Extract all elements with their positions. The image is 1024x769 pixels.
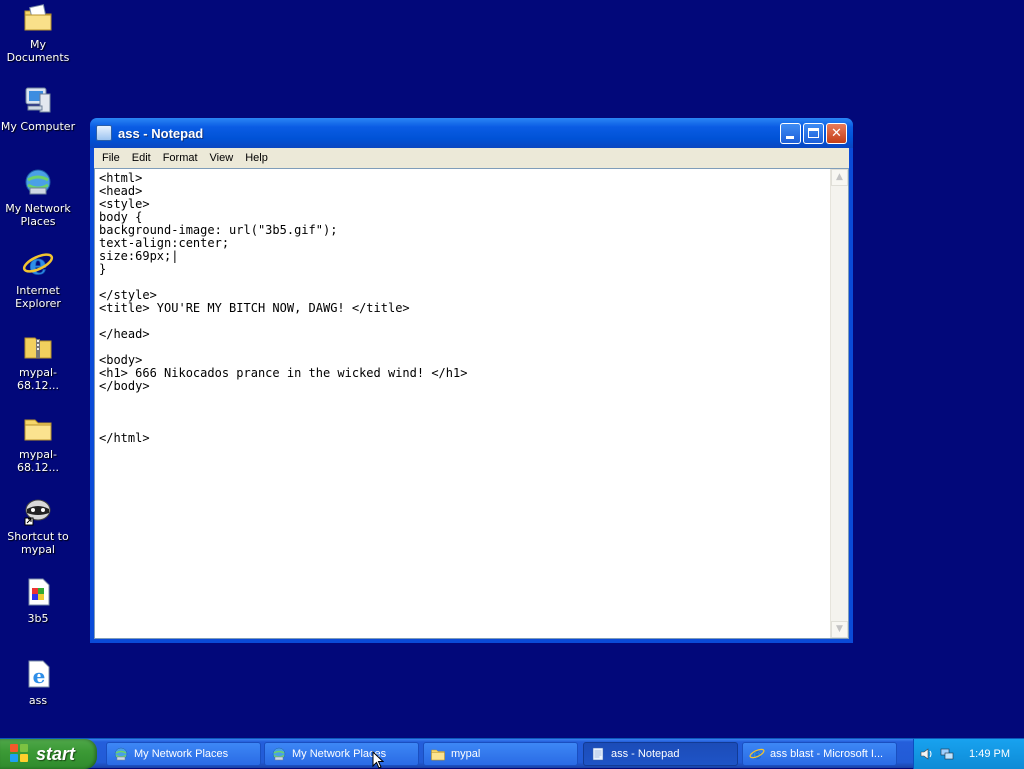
gif-image-icon xyxy=(22,576,54,608)
taskbar-button[interactable]: mypal xyxy=(423,742,578,766)
taskbar-button-label: My Network Places xyxy=(134,748,229,760)
desktop-shortcut-label: 3b5 xyxy=(27,612,49,625)
svg-text:e: e xyxy=(33,664,46,688)
internet-explorer-icon: e xyxy=(22,248,54,281)
taskbar-button-label: mypal xyxy=(451,748,481,760)
taskbar-button[interactable]: e ass blast - Microsoft I... xyxy=(742,742,897,766)
desktop-icons: My Documents My Computer My Network Places… xyxy=(0,0,78,738)
desktop-shortcut[interactable]: e Internet Explorer xyxy=(0,248,76,310)
internet-explorer-icon: e xyxy=(749,746,765,763)
taskbar-button-label: ass - Notepad xyxy=(611,748,680,760)
notepad-icon xyxy=(96,125,112,141)
my-documents-icon xyxy=(22,2,54,34)
scroll-up-icon[interactable]: ▲ xyxy=(831,169,848,186)
folder-icon xyxy=(430,746,446,762)
menu-file[interactable]: File xyxy=(96,148,126,168)
maximize-icon xyxy=(808,127,819,138)
window-title: ass - Notepad xyxy=(118,125,204,141)
desktop-shortcut-label: My Documents xyxy=(6,38,70,64)
start-label: start xyxy=(36,743,76,764)
html-document-icon: e xyxy=(22,658,54,690)
volume-icon[interactable] xyxy=(920,747,934,761)
desktop-shortcut[interactable]: My Documents xyxy=(0,2,76,64)
desktop-shortcut[interactable]: mypal-68.12... xyxy=(0,330,76,392)
close-icon: ✕ xyxy=(831,125,842,141)
my-network-places-icon xyxy=(22,166,54,198)
system-tray: 1:49 PM xyxy=(913,739,1024,769)
my-network-places-icon xyxy=(113,746,129,762)
title-bar[interactable]: ass - Notepad ✕ xyxy=(90,118,853,148)
desktop-shortcut[interactable]: My Network Places xyxy=(0,166,76,228)
taskbar-button[interactable]: My Network Places xyxy=(106,742,261,766)
desktop-shortcut-label: My Computer xyxy=(0,120,76,133)
taskbar: start My Network Places My Network Places… xyxy=(0,738,1024,769)
clock[interactable]: 1:49 PM xyxy=(969,748,1010,760)
menu-bar: File Edit Format View Help xyxy=(94,148,849,168)
taskbar-button-label: ass blast - Microsoft I... xyxy=(770,748,884,760)
editor-area: ▲ ▼ xyxy=(94,168,849,639)
desktop-shortcut[interactable]: Shortcut to mypal xyxy=(0,494,76,556)
my-computer-icon xyxy=(22,84,54,116)
close-button[interactable]: ✕ xyxy=(826,122,847,144)
start-button[interactable]: start xyxy=(0,739,97,769)
desktop-shortcut-label: ass xyxy=(28,694,48,707)
menu-help[interactable]: Help xyxy=(239,148,274,168)
minimize-button[interactable] xyxy=(780,122,801,144)
desktop-shortcut-label: My Network Places xyxy=(5,202,71,228)
notepad-window: ass - Notepad ✕ File Edit Format View He… xyxy=(90,118,853,643)
menu-format[interactable]: Format xyxy=(157,148,204,168)
desktop-shortcut-label: Internet Explorer xyxy=(15,284,61,310)
desktop-shortcut-label: mypal-68.12... xyxy=(17,366,59,392)
menu-edit[interactable]: Edit xyxy=(126,148,157,168)
minimize-icon xyxy=(786,135,794,139)
desktop-shortcut[interactable]: 3b5 xyxy=(0,576,76,625)
windows-logo-icon xyxy=(10,744,30,764)
desktop-shortcut[interactable]: mypal-68.12... xyxy=(0,412,76,474)
folder-icon xyxy=(22,412,54,444)
vertical-scrollbar[interactable]: ▲ ▼ xyxy=(830,169,848,638)
desktop-shortcut-label: Shortcut to mypal xyxy=(7,530,69,556)
notepad-icon xyxy=(590,746,606,762)
desktop-shortcut[interactable]: e ass xyxy=(0,658,76,707)
mouse-cursor-icon xyxy=(372,751,384,769)
text-editor[interactable] xyxy=(95,169,831,638)
svg-text:e: e xyxy=(29,248,47,280)
network-icon[interactable] xyxy=(940,747,954,761)
scroll-down-icon[interactable]: ▼ xyxy=(831,621,848,638)
mypal-raccoon-icon xyxy=(22,494,54,526)
my-network-places-icon xyxy=(271,746,287,762)
zip-folder-icon xyxy=(22,330,54,362)
menu-view[interactable]: View xyxy=(204,148,240,168)
maximize-button[interactable] xyxy=(803,122,824,144)
taskbar-button[interactable]: ass - Notepad xyxy=(583,742,738,766)
desktop-shortcut[interactable]: My Computer xyxy=(0,84,76,133)
desktop-shortcut-label: mypal-68.12... xyxy=(17,448,59,474)
taskbar-button[interactable]: My Network Places xyxy=(264,742,419,766)
